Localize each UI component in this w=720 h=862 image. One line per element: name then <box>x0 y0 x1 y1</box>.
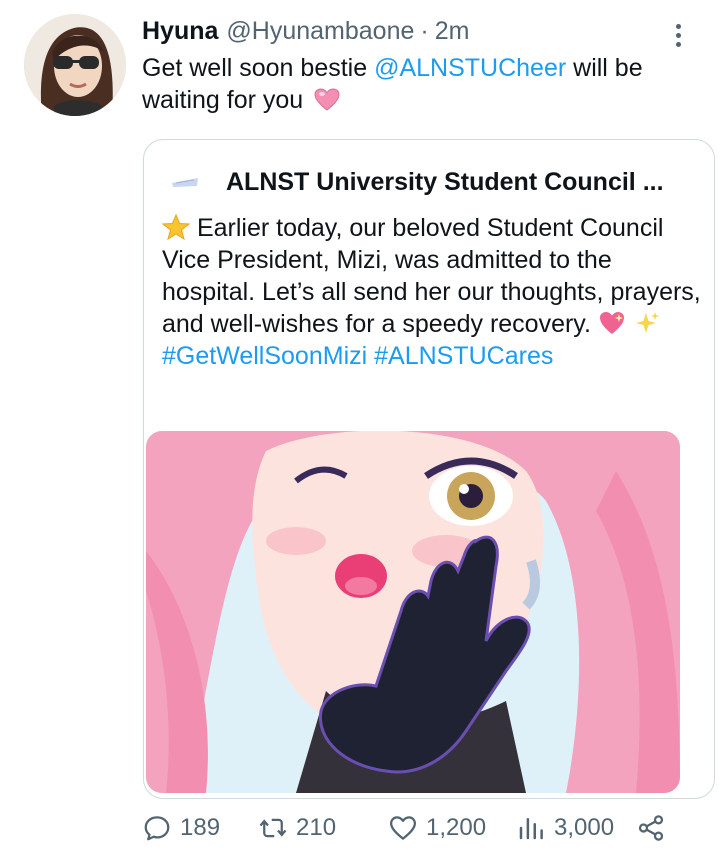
share-icon <box>638 815 664 841</box>
timestamp[interactable]: 2m <box>435 17 470 46</box>
more-options-button[interactable] <box>664 18 692 52</box>
quoted-tweet-header: ALNST University Student Council ... <box>170 164 710 200</box>
views-icon <box>519 818 543 840</box>
reply-count: 189 <box>180 814 221 841</box>
share-button[interactable] <box>636 808 666 848</box>
tweet-actions: 189 210 1,200 3,000 <box>142 808 682 848</box>
heart-icon <box>390 816 416 840</box>
quoted-author-name[interactable]: ALNST University Student Council ... <box>226 168 664 197</box>
user-avatar[interactable] <box>24 14 126 116</box>
tweet-header: Hyuna @Hyunambaone · 2m <box>142 17 469 49</box>
user-handle[interactable]: @Hyunambaone <box>226 17 414 46</box>
hashtag-alnstu-cares[interactable]: #ALNSTUCares <box>374 342 553 370</box>
separator-dot: · <box>420 17 429 45</box>
more-vertical-icon <box>675 23 681 29</box>
quoted-tweet-card[interactable]: ALNST University Student Council ... Ear… <box>143 139 715 799</box>
quoted-tweet-image[interactable] <box>146 431 680 793</box>
pink-heart-emoji-icon <box>314 88 340 111</box>
tweet[interactable]: Hyuna @Hyunambaone · 2m Get well soon be… <box>0 0 720 862</box>
sparkles-emoji-icon <box>635 312 659 333</box>
anime-illustration <box>146 431 680 793</box>
quoted-tweet-text: Earlier today, our beloved Student Counc… <box>162 212 702 372</box>
retweet-button[interactable]: 210 <box>258 808 336 848</box>
retweet-count: 210 <box>296 814 337 841</box>
views-count: 3,000 <box>554 814 615 841</box>
display-name[interactable]: Hyuna <box>142 17 218 46</box>
retweet-icon <box>259 818 287 838</box>
mention-link[interactable]: @ALNSTUCheer <box>374 54 566 82</box>
tweet-text: Get well soon bestie @ALNSTUCheer will b… <box>142 52 702 116</box>
views-button[interactable]: 3,000 <box>516 808 614 848</box>
like-count: 1,200 <box>426 814 487 841</box>
like-button[interactable]: 1,200 <box>388 808 486 848</box>
avatar-image <box>24 14 126 116</box>
tweet-text-part-1: Get well soon bestie <box>142 54 375 82</box>
sparkling-heart-emoji-icon <box>599 312 624 334</box>
glowing-star-emoji-icon <box>162 214 190 240</box>
quoted-author-avatar[interactable] <box>170 175 200 189</box>
hashtag-get-well-soon-mizi[interactable]: #GetWellSoonMizi <box>162 342 367 370</box>
reply-button[interactable]: 189 <box>142 808 220 848</box>
reply-icon <box>144 816 170 841</box>
